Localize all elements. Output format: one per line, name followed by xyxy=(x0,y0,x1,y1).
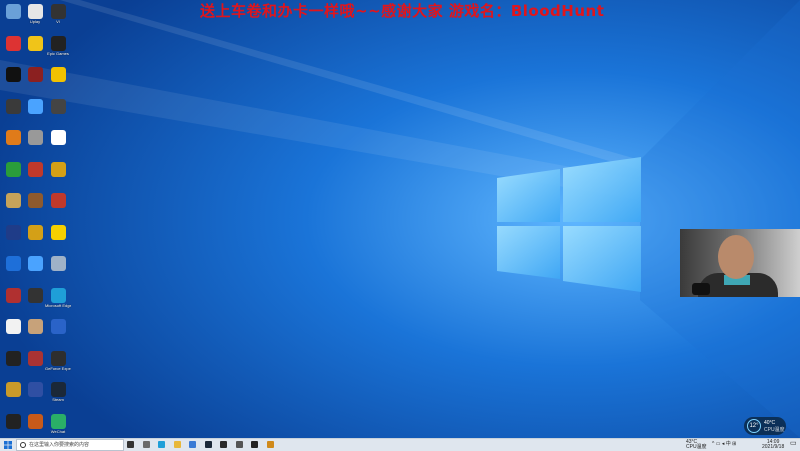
desktop-shortcut[interactable]: Steam xyxy=(45,380,71,410)
desktop-shortcut[interactable] xyxy=(45,160,71,190)
taskbar: 在这里输入你要搜索的内容 43°C CPU温度 ^ ▭ ◂ 中 ⊞ 14:09 … xyxy=(0,438,800,451)
desktop-shortcut[interactable]: Microsoft Edge xyxy=(45,286,71,316)
app-icon xyxy=(27,256,43,271)
app-icon xyxy=(27,413,43,429)
person-head xyxy=(718,235,754,279)
app-icon xyxy=(27,287,43,303)
desktop-shortcut[interactable] xyxy=(45,65,71,95)
app-icon xyxy=(50,98,66,114)
desktop-shortcut-label: VI xyxy=(56,19,60,24)
desktop-shortcut[interactable] xyxy=(45,97,71,127)
app-icon xyxy=(27,224,43,240)
edge-icon[interactable] xyxy=(158,441,165,448)
qq-icon xyxy=(5,67,21,82)
search-icon xyxy=(20,442,26,448)
clock-date: 2021/9/18 xyxy=(762,444,785,450)
app-icon xyxy=(50,130,66,145)
app-icon xyxy=(5,382,21,397)
app-icon[interactable] xyxy=(266,441,274,448)
widget-line2: CPU温度 xyxy=(764,427,785,433)
desktop-shortcut[interactable] xyxy=(45,223,71,253)
notification-icon[interactable]: ▭ xyxy=(790,440,797,447)
recycle-bin-icon xyxy=(5,4,21,19)
wechat-icon xyxy=(50,413,66,429)
desktop: Uplay VI Epic Games Microsoft Edge GeForce E… xyxy=(0,0,800,438)
app-icon xyxy=(5,287,21,303)
app-icon xyxy=(5,161,21,177)
windows-start-icon[interactable] xyxy=(3,440,13,450)
microphone-icon xyxy=(692,283,710,295)
folder-icon[interactable] xyxy=(173,441,181,448)
app-icon xyxy=(27,67,43,82)
app-icon xyxy=(50,319,66,334)
desktop-shortcut[interactable]: GeForce Experience xyxy=(45,349,71,379)
desktop-shortcut-label: GeForce Experience xyxy=(45,365,71,371)
app-icon xyxy=(27,35,43,51)
app-icon[interactable] xyxy=(235,441,243,448)
desktop-shortcut[interactable] xyxy=(45,128,71,158)
stream-overlay-text: 送上车卷和办卡一样哦~~感谢大家 游戏名：BloodHunt xyxy=(200,2,605,20)
desktop-shortcut-label: Steam xyxy=(52,397,64,402)
app-icon xyxy=(50,256,66,271)
desktop-shortcut-label: Epic Games xyxy=(47,50,69,56)
app-icon xyxy=(50,67,66,82)
app-icon xyxy=(5,224,21,240)
search-placeholder: 在这里输入你要搜索的内容 xyxy=(29,442,90,448)
app-icon xyxy=(27,319,43,334)
app-icon xyxy=(27,98,43,114)
desktop-shortcut-label: WeChat xyxy=(50,428,66,434)
desktop-shortcut[interactable] xyxy=(45,317,71,347)
desktop-shortcut[interactable]: Epic Games xyxy=(45,34,71,64)
cpu-temp-widget[interactable]: 12° 40°C CPU温度 xyxy=(744,417,786,435)
tray-weather-label: CPU温度 xyxy=(686,444,707,450)
tray-icons[interactable]: ^ ▭ ◂ 中 ⊞ xyxy=(712,442,736,447)
app-icon xyxy=(50,193,66,208)
app-icon xyxy=(27,382,43,397)
file-icon xyxy=(5,319,21,334)
desktop-shortcut[interactable] xyxy=(45,254,71,284)
app-icon[interactable] xyxy=(220,441,227,448)
search-input[interactable]: 在这里输入你要搜索的内容 xyxy=(16,439,124,451)
webcam-overlay xyxy=(680,229,800,297)
temp-gauge-icon: 12° xyxy=(747,419,761,433)
steam-icon xyxy=(50,382,66,397)
app-icon xyxy=(27,350,43,366)
clock[interactable]: 14:09 2021/9/18 xyxy=(762,440,784,450)
app-icon xyxy=(50,4,66,19)
store-icon[interactable] xyxy=(189,441,196,448)
app-icon xyxy=(5,193,21,208)
app-icon xyxy=(27,161,43,177)
app-icon xyxy=(27,4,43,19)
task-view-icon[interactable] xyxy=(127,441,134,448)
edge-icon xyxy=(50,287,66,303)
app-icon xyxy=(5,256,21,271)
app-icon xyxy=(5,350,21,366)
app-icon xyxy=(5,413,21,429)
desktop-shortcut-label: Microsoft Edge xyxy=(45,302,71,308)
app-icon xyxy=(50,161,66,177)
app-icon xyxy=(50,224,66,240)
tray-weather[interactable]: 43°C CPU温度 xyxy=(686,440,707,450)
wallpaper xyxy=(0,0,800,438)
obs-icon[interactable] xyxy=(251,441,258,448)
app-icon xyxy=(27,130,43,145)
desktop-shortcut[interactable] xyxy=(45,191,71,221)
app-icon xyxy=(5,130,21,145)
desktop-shortcut[interactable]: WeChat xyxy=(45,412,71,439)
app-icon xyxy=(5,35,21,51)
nvidia-icon xyxy=(50,350,66,366)
steam-icon[interactable] xyxy=(204,441,212,448)
app-icon xyxy=(5,98,21,114)
app-icon[interactable] xyxy=(142,441,150,448)
desktop-shortcut[interactable]: VI xyxy=(45,2,71,32)
app-icon xyxy=(27,193,43,208)
epic-games-icon xyxy=(50,35,66,51)
